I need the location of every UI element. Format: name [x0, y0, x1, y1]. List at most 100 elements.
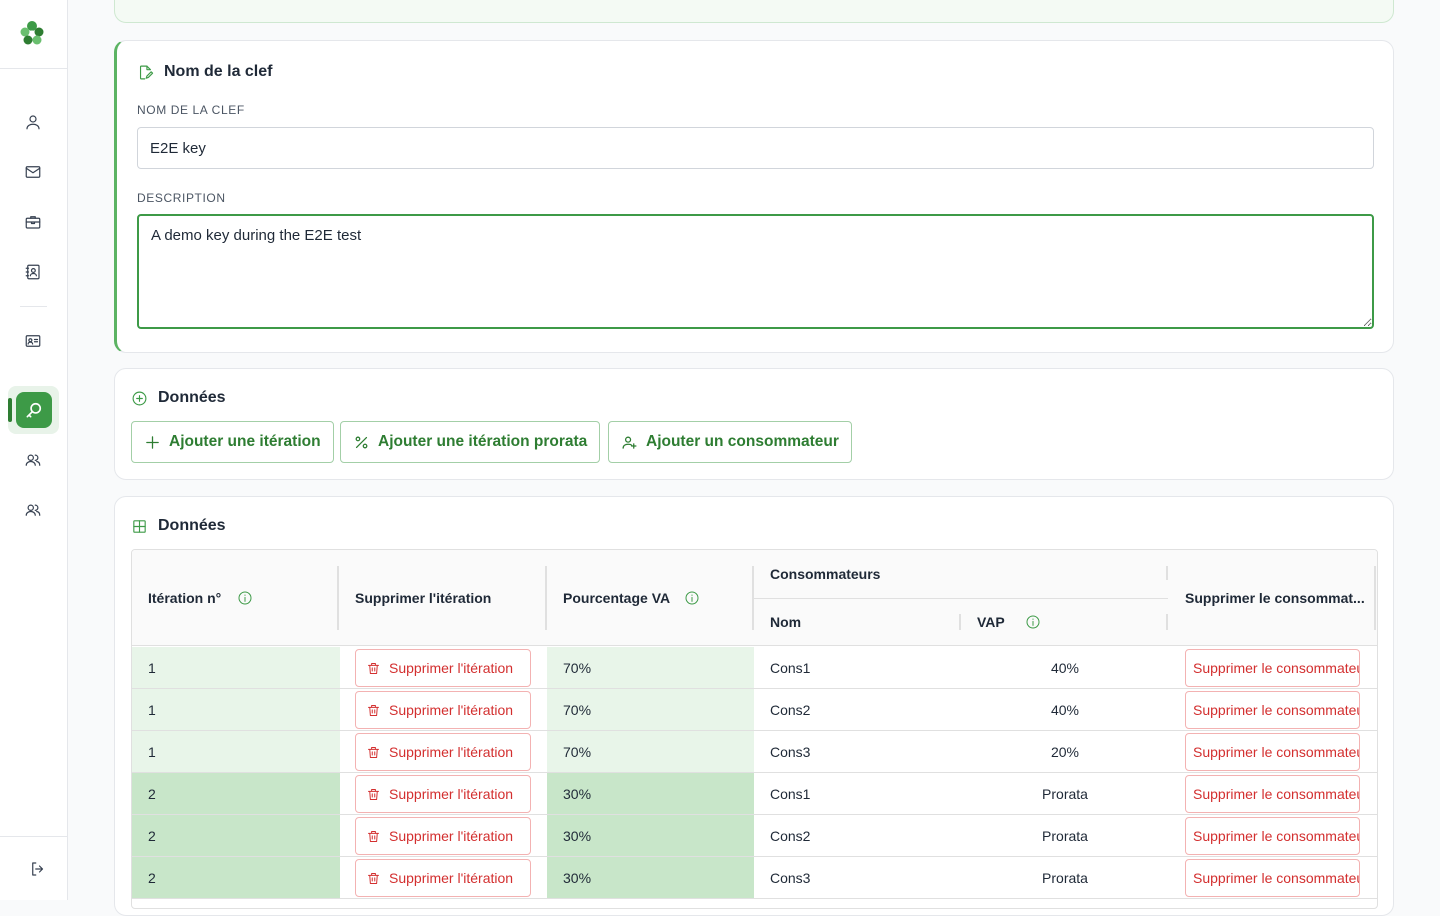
key-name-input[interactable] — [137, 127, 1374, 169]
add-iteration-button[interactable]: Ajouter une itération — [131, 421, 334, 463]
sidebar-item-team[interactable] — [22, 499, 44, 521]
key-card-header: Nom de la clef — [137, 63, 272, 81]
delete-iteration-button[interactable]: Supprimer l'itération — [355, 733, 531, 771]
plus-circle-icon — [132, 391, 147, 405]
cell-percentage: 30% — [547, 815, 754, 856]
actions-card-title: Données — [158, 389, 226, 406]
delete-consumer-button[interactable]: Supprimer le consommateur — [1185, 733, 1360, 771]
sidebar-divider — [0, 836, 67, 837]
delete-iteration-button[interactable]: Supprimer l'itération — [355, 649, 531, 687]
sidebar-divider — [20, 306, 47, 307]
sidebar-item-briefcase[interactable] — [22, 211, 44, 233]
info-icon[interactable] — [1025, 614, 1041, 630]
key-search-icon — [26, 402, 42, 418]
clover-logo-icon — [20, 21, 44, 45]
header-vap[interactable]: VAP — [977, 614, 1041, 630]
trash-icon — [368, 662, 379, 674]
header-delete-consumer[interactable]: Supprimer le consommat... — [1185, 590, 1365, 606]
cell-percentage: 30% — [547, 773, 754, 814]
previous-section-card — [114, 0, 1394, 23]
team-icon — [25, 504, 41, 516]
sidebar-item-user[interactable] — [22, 111, 44, 133]
cell-consumer-name: Cons1 — [770, 659, 811, 676]
delete-consumer-button[interactable]: Supprimer le consommateur — [1185, 859, 1360, 897]
header-group-divider — [754, 598, 1168, 599]
sidebar-item-users[interactable] — [22, 449, 44, 471]
app-logo[interactable] — [18, 19, 46, 47]
info-icon[interactable] — [684, 590, 700, 606]
delete-consumer-button[interactable]: Supprimer le consommateur — [1185, 817, 1360, 855]
delete-iteration-button[interactable]: Supprimer l'itération — [355, 691, 531, 729]
add-consumer-label: Ajouter un consommateur — [646, 433, 839, 450]
sidebar-item-contacts[interactable] — [22, 261, 44, 283]
column-separator[interactable] — [1166, 614, 1168, 630]
table-row[interactable]: 1 Supprimer l'itération 70% Cons1 40% Su… — [132, 647, 1377, 689]
trash-icon — [368, 746, 379, 758]
data-table-card: Données Itération n° Supprimer l'itérati… — [114, 496, 1394, 916]
column-separator[interactable] — [1374, 566, 1376, 630]
delete-iteration-label: Supprimer l'itération — [389, 786, 514, 802]
delete-iteration-button[interactable]: Supprimer l'itération — [355, 817, 531, 855]
cell-percentage: 70% — [547, 647, 754, 688]
header-delete-consumer-label: Supprimer le consommat... — [1185, 590, 1365, 606]
cell-percentage: 70% — [547, 731, 754, 772]
header-consumers-group: Consommateurs — [770, 566, 880, 582]
sidebar-item-keys[interactable] — [16, 392, 52, 428]
cell-iteration: 1 — [132, 689, 340, 730]
cell-consumer-name: Cons3 — [770, 743, 811, 760]
edit-document-icon — [139, 65, 154, 79]
table-row[interactable]: 2 Supprimer l'itération 30% Cons3 Prorat… — [132, 857, 1377, 899]
info-icon[interactable] — [237, 590, 253, 606]
table-row[interactable]: 2 Supprimer l'itération 30% Cons1 Prorat… — [132, 773, 1377, 815]
header-percentage[interactable]: Pourcentage VA — [563, 590, 700, 606]
contact-book-icon — [25, 264, 40, 280]
cell-consumer-name: Cons2 — [770, 701, 811, 718]
header-name-label: Nom — [770, 614, 802, 630]
cell-vap: Prorata — [1042, 785, 1088, 802]
column-separator[interactable] — [337, 566, 339, 630]
logout-icon — [32, 862, 44, 876]
delete-consumer-button[interactable]: Supprimer le consommateur — [1185, 775, 1360, 813]
add-prorata-iteration-button[interactable]: Ajouter une itération prorata — [340, 421, 601, 463]
delete-consumer-button[interactable]: Supprimer le consommateur — [1185, 691, 1360, 729]
header-delete-iteration-label: Supprimer l'itération — [355, 590, 492, 606]
sidebar-item-mail[interactable] — [22, 161, 44, 183]
cell-iteration: 2 — [132, 815, 340, 856]
key-name-label: NOM DE LA CLEF — [137, 103, 245, 117]
delete-consumer-button[interactable]: Supprimer le consommateur — [1185, 649, 1360, 687]
header-iteration[interactable]: Itération n° — [148, 590, 253, 606]
add-prorata-iteration-label: Ajouter une itération prorata — [378, 433, 588, 450]
cell-vap: Prorata — [1042, 827, 1088, 844]
percent-icon — [355, 436, 368, 448]
cell-iteration: 2 — [132, 773, 340, 814]
description-label: DESCRIPTION — [137, 191, 226, 205]
cell-consumer-name: Cons3 — [770, 869, 811, 886]
cell-iteration: 1 — [132, 731, 340, 772]
column-separator[interactable] — [1166, 566, 1168, 580]
sidebar-item-id-card[interactable] — [22, 330, 44, 352]
delete-iteration-label: Supprimer l'itération — [389, 828, 514, 844]
cell-vap: 20% — [1050, 743, 1080, 760]
delete-iteration-button[interactable]: Supprimer l'itération — [355, 775, 531, 813]
users-icon — [25, 454, 41, 466]
header-delete-iteration[interactable]: Supprimer l'itération — [355, 590, 491, 606]
delete-iteration-label: Supprimer l'itération — [389, 660, 514, 676]
table-header: Itération n° Supprimer l'itération Pourc… — [132, 550, 1377, 646]
delete-iteration-label: Supprimer l'itération — [389, 870, 514, 886]
add-consumer-button[interactable]: Ajouter un consommateur — [608, 421, 852, 463]
sidebar-divider — [0, 68, 67, 69]
delete-iteration-button[interactable]: Supprimer l'itération — [355, 859, 531, 897]
column-separator[interactable] — [545, 566, 547, 630]
id-card-icon — [25, 335, 41, 347]
header-name[interactable]: Nom — [770, 614, 801, 630]
sidebar-active-indicator — [8, 398, 12, 422]
table-row[interactable]: 1 Supprimer l'itération 70% Cons3 20% Su… — [132, 731, 1377, 773]
table-row[interactable]: 2 Supprimer l'itération 30% Cons2 Prorat… — [132, 815, 1377, 857]
column-separator[interactable] — [959, 614, 961, 630]
cell-consumer-name: Cons1 — [770, 785, 811, 802]
description-textarea[interactable]: A demo key during the E2E test — [137, 214, 1374, 329]
logout-button[interactable] — [27, 858, 49, 880]
cell-vap: 40% — [1050, 659, 1080, 676]
cell-iteration: 1 — [132, 647, 340, 688]
table-row[interactable]: 1 Supprimer l'itération 70% Cons2 40% Su… — [132, 689, 1377, 731]
